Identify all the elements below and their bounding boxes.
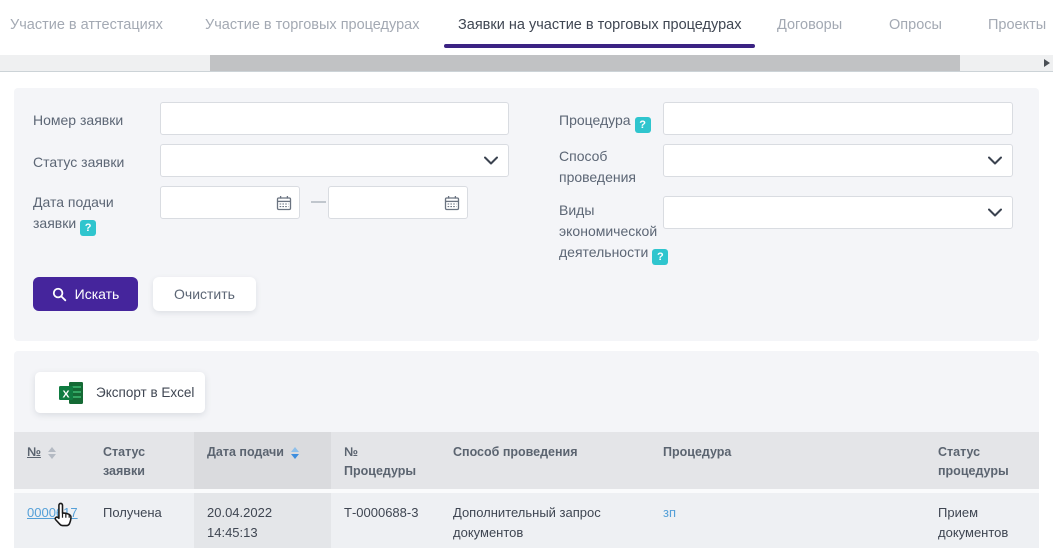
header-procedure-number[interactable]: № Процедуры <box>331 432 440 489</box>
date-from-input[interactable] <box>160 186 300 219</box>
date-from-field[interactable] <box>160 186 300 219</box>
header-procedure[interactable]: Процедура <box>650 432 925 489</box>
tab-trade-procedure-requests[interactable]: Заявки на участие в торговых процедурах <box>444 0 755 48</box>
submit-date-label: Дата подачи заявки? <box>33 192 141 236</box>
search-icon <box>52 287 67 302</box>
procedure-label: Процедура? <box>559 110 671 133</box>
horizontal-scrollbar[interactable] <box>0 55 1053 72</box>
table-header-row: № Статус заявки Дата подачи № Процедуры … <box>14 432 1039 493</box>
export-excel-button[interactable]: X Экспорт в Excel <box>35 372 205 413</box>
page: Участие в аттестациях Участие в торговых… <box>0 0 1053 548</box>
tab-attestations[interactable]: Участие в аттестациях <box>10 0 163 48</box>
header-procedure-status[interactable]: Статус процедуры <box>925 432 1039 489</box>
method-select[interactable] <box>663 144 1013 177</box>
results-panel: X Экспорт в Excel № Статус заявки Дата п… <box>14 351 1039 548</box>
svg-text:X: X <box>62 388 69 400</box>
request-number-input[interactable] <box>160 102 509 135</box>
clear-button[interactable]: Очистить <box>153 277 256 311</box>
hand-cursor-icon <box>51 501 78 530</box>
search-button[interactable]: Искать <box>33 277 138 311</box>
table-row: 0000617 Получена 20.04.2022 14:45:13 Т-0… <box>14 493 1039 548</box>
activity-kinds-select[interactable] <box>663 196 1013 229</box>
header-request-status[interactable]: Статус заявки <box>90 432 194 489</box>
tab-bar: Участие в аттестациях Участие в торговых… <box>0 0 1053 52</box>
cell-procedure-status: Прием документов <box>925 493 1039 548</box>
cell-request-status: Получена <box>90 493 194 548</box>
header-submit-date[interactable]: Дата подачи <box>194 432 331 489</box>
scrollbar-thumb[interactable] <box>210 55 960 71</box>
cell-procedure: зп <box>650 493 925 548</box>
date-to-field[interactable] <box>328 186 468 219</box>
sort-icon[interactable] <box>48 447 56 459</box>
excel-icon: X <box>57 381 86 405</box>
request-status-select[interactable] <box>160 144 509 177</box>
cell-method: Дополнительный запрос документов <box>440 493 650 548</box>
request-number-label: Номер заявки <box>33 110 123 131</box>
cell-procedure-number: Т-0000688-3 <box>331 493 440 548</box>
help-icon[interactable]: ? <box>652 249 668 265</box>
help-icon[interactable]: ? <box>80 220 96 236</box>
cell-submit-date: 20.04.2022 14:45:13 <box>194 493 331 548</box>
tab-surveys[interactable]: Опросы <box>889 0 942 48</box>
requests-table: № Статус заявки Дата подачи № Процедуры … <box>14 432 1039 548</box>
header-number[interactable]: № <box>14 432 90 489</box>
help-icon[interactable]: ? <box>635 117 651 133</box>
procedure-input[interactable] <box>663 102 1013 135</box>
header-method[interactable]: Способ проведения <box>440 432 650 489</box>
tab-projects[interactable]: Проекты <box>988 0 1046 48</box>
procedure-link[interactable]: зп <box>663 505 676 520</box>
tab-trade-procedures[interactable]: Участие в торговых процедурах <box>205 0 419 48</box>
method-label: Способ проведения <box>559 146 664 188</box>
request-status-label: Статус заявки <box>33 152 124 173</box>
sort-icon[interactable] <box>291 447 299 459</box>
date-to-input[interactable] <box>328 186 468 219</box>
activity-kinds-label: Виды экономической деятельности? <box>559 200 671 265</box>
filter-panel: Номер заявки Статус заявки Дата подачи з… <box>14 88 1039 341</box>
tab-contracts[interactable]: Договоры <box>777 0 842 48</box>
scroll-right-arrow[interactable] <box>1044 59 1050 67</box>
date-range-separator: — <box>311 193 326 210</box>
